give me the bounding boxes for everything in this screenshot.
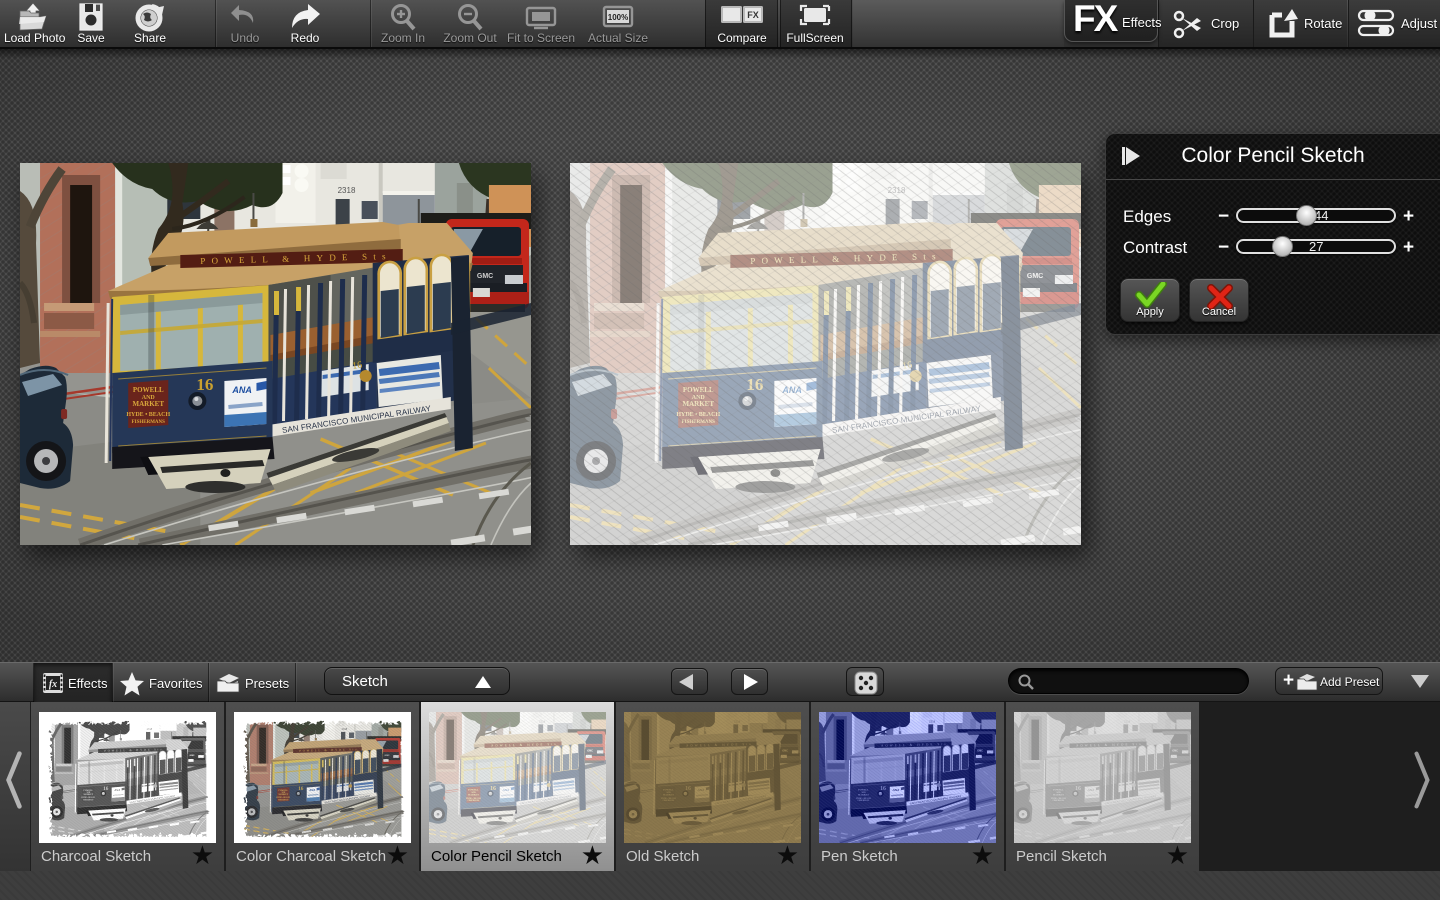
svg-text:100%: 100% xyxy=(608,13,628,22)
svg-text:FX: FX xyxy=(747,10,759,20)
svg-text:fx: fx xyxy=(49,679,57,690)
